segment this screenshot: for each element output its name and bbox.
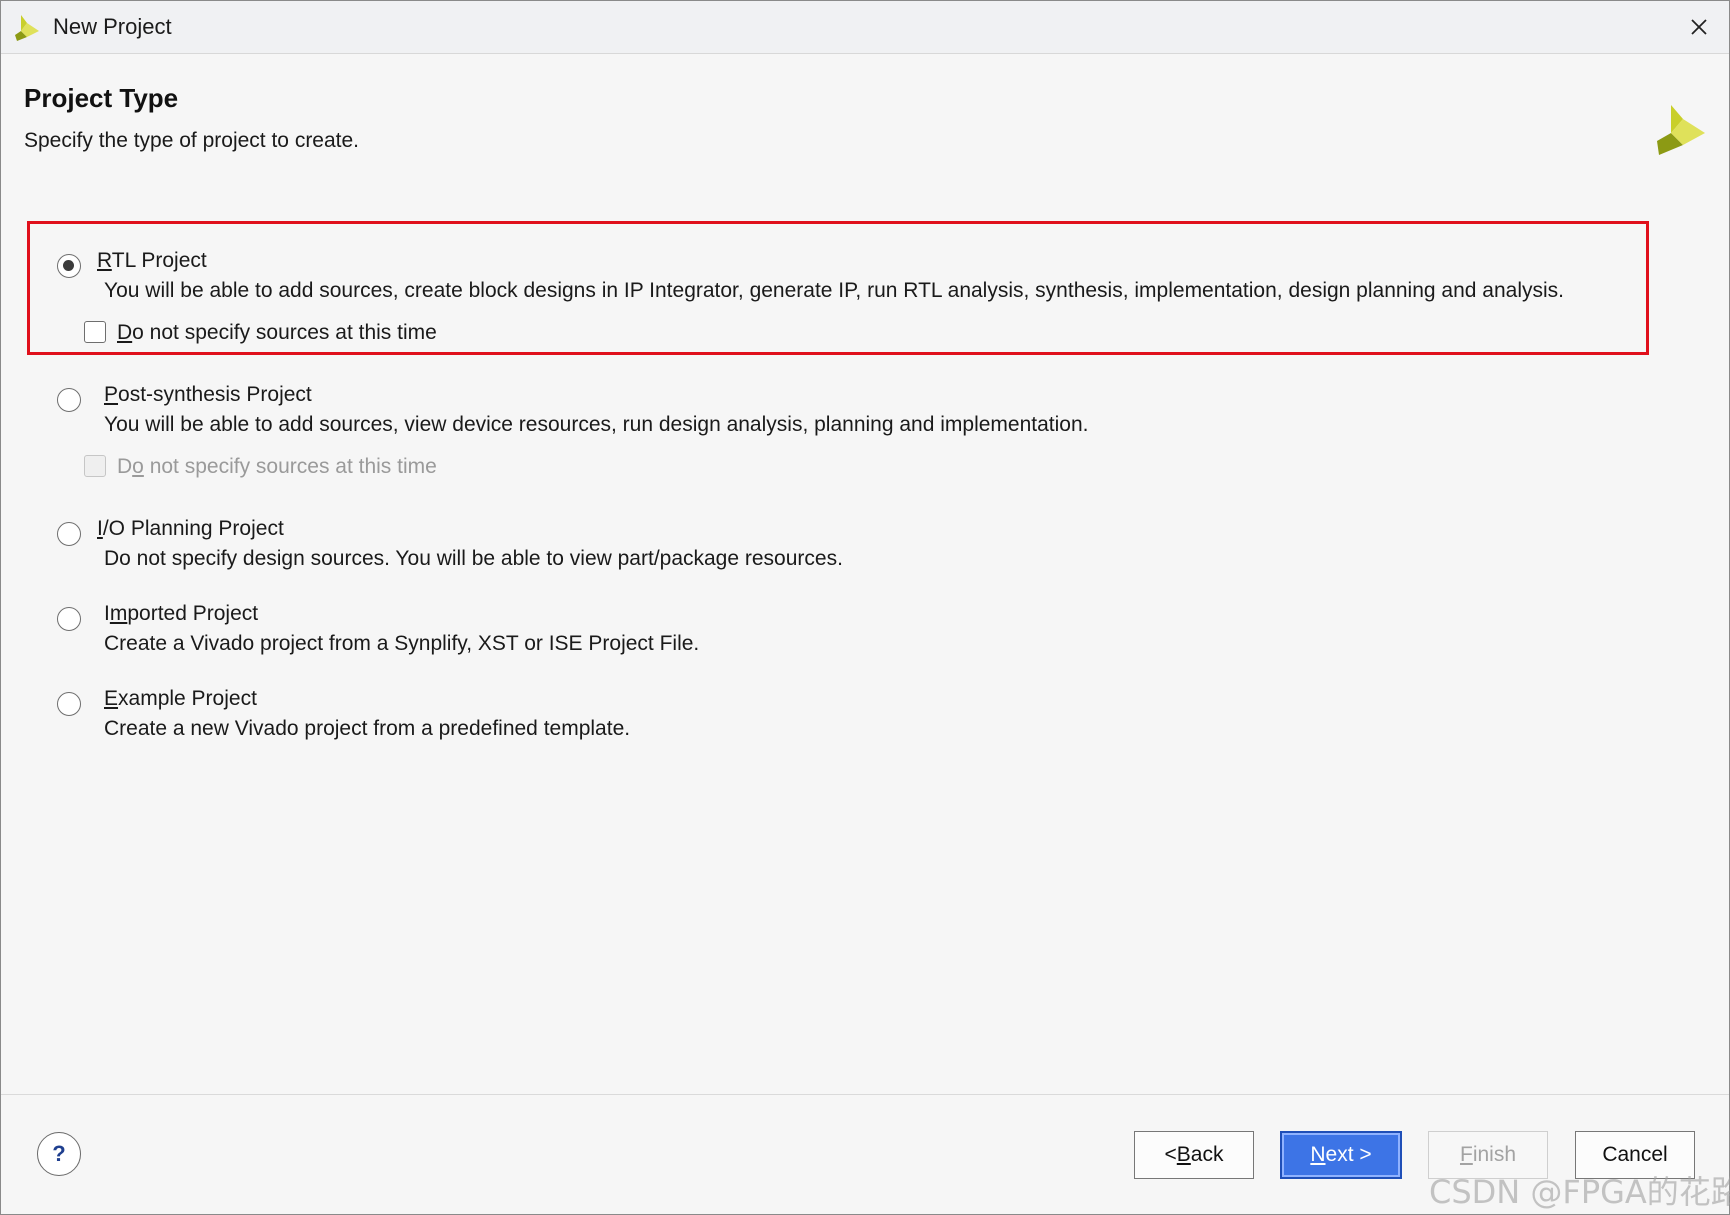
back-button[interactable]: < Back	[1134, 1131, 1254, 1179]
close-button[interactable]	[1681, 9, 1717, 45]
post-synthesis-description: You will be able to add sources, view de…	[104, 413, 1089, 436]
example-project-label[interactable]: Example Project	[104, 687, 257, 711]
window-title: New Project	[53, 14, 172, 39]
rtl-project-description: You will be able to add sources, create …	[104, 279, 1564, 302]
io-planning-label[interactable]: I/O Planning Project	[97, 517, 284, 541]
imported-project-label[interactable]: Imported Project	[104, 602, 258, 626]
imported-project-description: Create a Vivado project from a Synplify,…	[104, 632, 700, 655]
imported-project-radio[interactable]	[57, 607, 81, 631]
post-synthesis-radio[interactable]	[57, 388, 81, 412]
close-icon	[1691, 19, 1707, 35]
xilinx-logo-icon	[13, 13, 43, 43]
rtl-project-radio[interactable]	[57, 254, 81, 278]
dialog-window: New Project Project Type Specify the typ…	[0, 0, 1730, 1215]
example-project-description: Create a new Vivado project from a prede…	[104, 717, 631, 740]
vivado-logo-icon	[1653, 103, 1709, 159]
page-subtitle: Specify the type of project to create.	[24, 129, 360, 152]
help-button[interactable]: ?	[37, 1132, 81, 1176]
watermark-text: CSDN @FPGA的花路	[1429, 1173, 1730, 1211]
page-title: Project Type	[24, 83, 179, 113]
post-synthesis-no-sources-checkbox[interactable]	[84, 455, 106, 477]
io-planning-description: Do not specify design sources. You will …	[104, 547, 843, 570]
io-planning-radio[interactable]	[57, 522, 81, 546]
post-synthesis-label[interactable]: Post-synthesis Project	[104, 383, 312, 407]
rtl-no-sources-checkbox[interactable]	[84, 321, 106, 343]
rtl-project-label[interactable]: RTL Project	[97, 249, 207, 273]
title-bar: New Project	[1, 1, 1729, 54]
footer-divider	[1, 1094, 1729, 1095]
help-icon: ?	[52, 1141, 66, 1166]
next-button[interactable]: Next >	[1280, 1131, 1402, 1179]
rtl-no-sources-label[interactable]: Do not specify sources at this time	[117, 321, 437, 345]
example-project-radio[interactable]	[57, 692, 81, 716]
post-synthesis-no-sources-label: Do not specify sources at this time	[117, 455, 437, 478]
